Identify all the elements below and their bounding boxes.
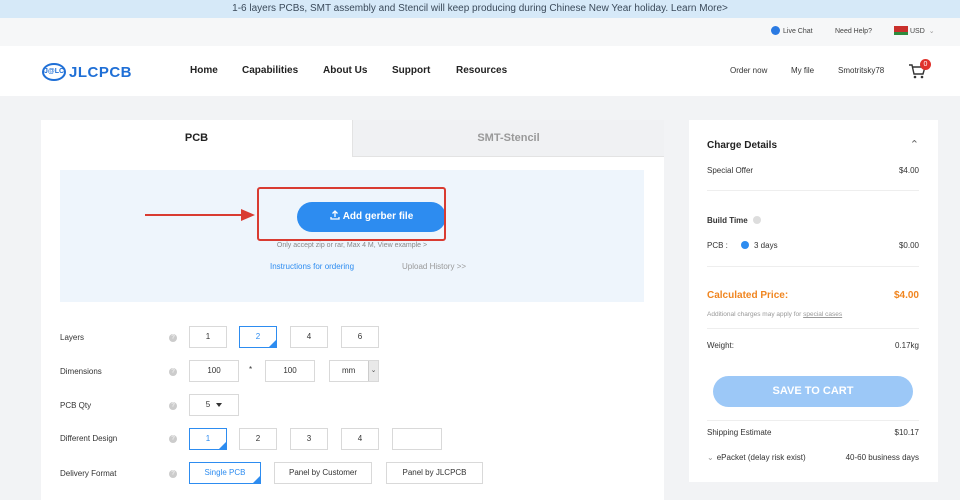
help-icon[interactable] [752,216,761,224]
nav-about-us[interactable]: About Us [323,46,367,96]
shipping-method-days: 40-60 business days [845,453,919,462]
design-option-4[interactable]: 4 [341,428,379,450]
nav-support[interactable]: Support [392,46,430,96]
help-icon[interactable]: ? [169,435,177,443]
announcement-banner[interactable]: 1-6 layers PCBs, SMT assembly and Stenci… [0,0,960,18]
delivery-format-label: Delivery Format [60,469,117,478]
dimension-height-input[interactable]: 100 [265,360,315,382]
help-icon[interactable]: ? [169,402,177,410]
currency-selector[interactable]: USD ⌄ [894,18,935,46]
instructions-link[interactable]: Instructions for ordering [270,262,354,271]
divider [707,190,919,191]
unit-value: mm [342,366,356,375]
cart-count-badge: 0 [920,59,931,70]
layers-option-1[interactable]: 1 [189,326,227,348]
divider [707,420,919,421]
chevron-down-icon: ⌄ [707,453,714,462]
help-icon[interactable]: ? [169,334,177,342]
pcb-qty-select[interactable]: 5 [189,394,239,416]
charge-details-title: Charge Details [707,140,778,151]
pcb-days: 3 days [754,241,778,250]
order-panel: PCB SMT-Stencil Add gerber file Only acc… [41,120,664,500]
weight-value: 0.17kg [894,341,919,350]
shipping-estimate-value: $10.17 [894,428,919,437]
delivery-panel-by-customer[interactable]: Panel by Customer [274,462,372,484]
pcb-build-label: PCB : [707,241,728,250]
different-design-label: Different Design [60,434,118,443]
utility-bar: Live Chat Need Help? USD ⌄ [0,18,960,46]
charge-details-panel: Charge Details ⌃ Special Offer $4.00 Bui… [689,120,938,482]
pcb-build-option[interactable]: 3 days [741,241,778,250]
chat-icon [771,25,780,35]
live-chat-link[interactable]: Live Chat [771,18,813,46]
shipping-estimate-label: Shipping Estimate [707,428,772,437]
nav-resources[interactable]: Resources [456,46,507,96]
order-now-link[interactable]: Order now [730,46,767,96]
design-option-3[interactable]: 3 [290,428,328,450]
currency-label: USD [910,28,925,35]
upload-history-link[interactable]: Upload History >> [402,262,466,271]
chevron-down-icon: ⌄ [368,361,378,381]
logo[interactable]: J@LC JLCPCB [42,63,132,81]
design-option-2[interactable]: 2 [239,428,277,450]
layers-label: Layers [60,333,85,342]
need-help-link[interactable]: Need Help? [835,18,872,46]
build-time-label: Build Time [707,216,761,225]
pcb-build-price: $0.00 [898,241,919,250]
design-custom-input[interactable] [392,428,442,450]
calculated-price-value: $4.00 [893,290,919,301]
dimension-separator: * [249,365,253,374]
design-option-1[interactable]: 1 [189,428,227,450]
main-nav: J@LC JLCPCB Home Capabilities About Us S… [0,46,960,96]
layers-option-2[interactable]: 2 [239,326,277,348]
delivery-single-pcb[interactable]: Single PCB [189,462,261,484]
tab-pcb[interactable]: PCB [41,120,352,157]
additional-charges-note: Additional charges may apply for special… [707,311,843,318]
weight-label: Weight: [707,341,734,350]
caret-down-icon [216,402,223,407]
shipping-method: ePacket (delay risk exist) [716,453,806,462]
special-cases-link[interactable]: special cases [803,311,842,318]
banner-text[interactable]: 1-6 layers PCBs, SMT assembly and Stenci… [232,3,728,14]
flag-icon [894,25,908,35]
radio-selected-icon [741,241,749,249]
help-icon[interactable]: ? [169,368,177,376]
user-account-link[interactable]: Smotritsky78 [838,46,884,96]
collapse-icon[interactable]: ⌃ [910,138,919,151]
divider [707,328,919,329]
arrow-annotation-icon [145,209,255,221]
divider [707,266,919,267]
layers-option-4[interactable]: 4 [290,326,328,348]
special-offer-label: Special Offer [707,166,754,175]
my-file-link[interactable]: My file [791,46,814,96]
calculated-price-label: Calculated Price: [707,290,789,301]
highlight-box [257,187,446,241]
layers-option-6[interactable]: 6 [341,326,379,348]
nav-home[interactable]: Home [190,46,218,96]
live-chat-label: Live Chat [783,28,813,35]
chevron-down-icon: ⌄ [928,28,935,35]
upload-hint[interactable]: Only accept zip or rar, Max 4 M, View ex… [60,242,644,249]
unit-select[interactable]: mm ⌄ [329,360,379,382]
help-icon[interactable]: ? [169,470,177,478]
tab-smt-stencil[interactable]: SMT-Stencil [352,120,664,157]
logo-badge: J@LC [42,63,66,81]
delivery-panel-by-jlcpcb[interactable]: Panel by JLCPCB [386,462,483,484]
pcb-qty-value: 5 [205,400,211,409]
nav-capabilities[interactable]: Capabilities [242,46,298,96]
save-to-cart-button[interactable]: SAVE TO CART [713,376,913,407]
pcb-qty-label: PCB Qty [60,401,92,410]
dimensions-label: Dimensions [60,367,102,376]
logo-text: JLCPCB [69,63,133,81]
dimension-width-input[interactable]: 100 [189,360,239,382]
shipping-method-select[interactable]: ⌄ ePacket (delay risk exist) [707,453,806,462]
special-offer-value: $4.00 [898,166,919,175]
